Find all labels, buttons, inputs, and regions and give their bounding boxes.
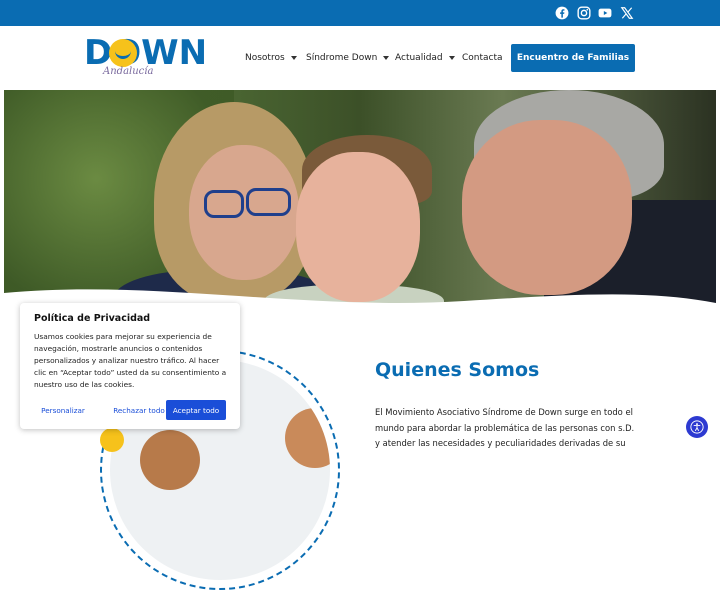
section-title: Quienes Somos — [375, 359, 540, 381]
top-bar — [0, 0, 720, 26]
accessibility-button[interactable] — [686, 416, 708, 438]
facebook-icon[interactable] — [555, 6, 569, 20]
cookie-title: Política de Privacidad — [34, 313, 151, 324]
youtube-icon[interactable] — [598, 6, 612, 20]
nav-item-nosotros[interactable]: Nosotros — [245, 52, 297, 64]
encuentro-familias-button[interactable]: Encuentro de Familias — [511, 44, 635, 72]
accessibility-icon — [690, 420, 704, 434]
section-text: El Movimiento Asociativo Síndrome de Dow… — [375, 407, 635, 448]
nav-item-sindrome-down[interactable]: Síndrome Down — [306, 52, 390, 64]
instagram-icon[interactable] — [577, 6, 591, 20]
hero-image — [4, 90, 716, 312]
chevron-down-icon — [290, 55, 297, 60]
logo-wordmark: DOWN — [84, 33, 208, 73]
decorative-yellow-dot — [100, 428, 124, 452]
cookie-consent-banner: Política de Privacidad Usamos cookies pa… — [20, 303, 240, 429]
x-twitter-icon[interactable] — [620, 6, 634, 20]
customize-cookies-button[interactable]: Personalizar — [34, 400, 92, 420]
chevron-down-icon — [383, 55, 390, 60]
site-logo[interactable]: DOWN Andalucía — [84, 36, 207, 82]
chevron-down-icon — [448, 55, 455, 60]
nav-item-contacta[interactable]: Contacta — [462, 52, 503, 64]
nav-item-actualidad[interactable]: Actualidad — [395, 52, 455, 64]
cookie-body-text: Usamos cookies para mejorar su experienc… — [34, 332, 227, 389]
logo-subtitle: Andalucía — [103, 66, 154, 77]
accept-all-cookies-button[interactable]: Aceptar todo — [166, 400, 226, 420]
